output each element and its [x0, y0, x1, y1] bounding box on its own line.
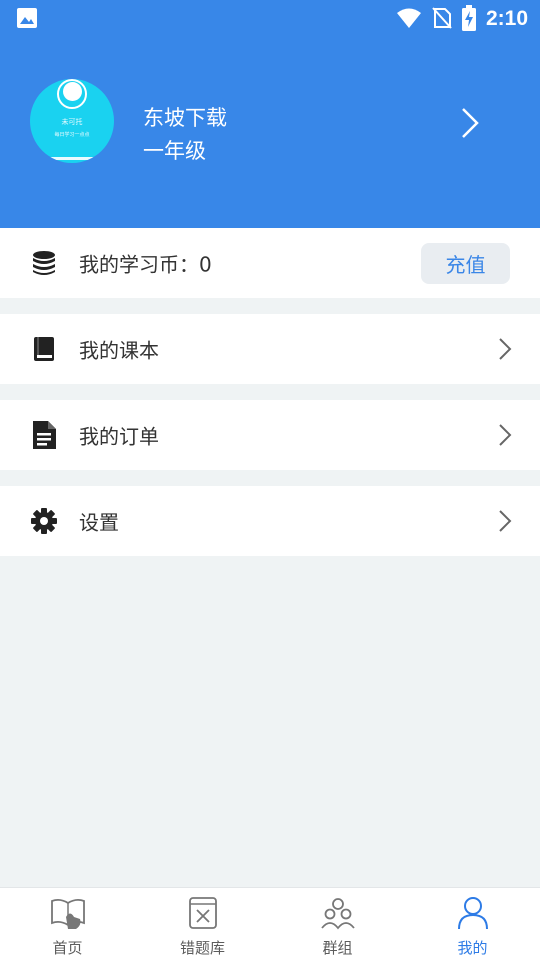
recharge-button[interactable]: 充值 — [421, 243, 510, 284]
status-time: 2:10 — [485, 6, 528, 30]
coins-icon — [30, 249, 58, 277]
user-grade: 一年级 — [143, 139, 206, 163]
tab-groups[interactable]: 群组 — [270, 888, 405, 961]
tab-home[interactable]: 首页 — [0, 888, 135, 961]
battery-charging-icon — [461, 5, 476, 31]
no-sim-icon — [432, 7, 452, 29]
menu-item-settings[interactable]: 设置 — [0, 486, 540, 556]
group-icon — [320, 898, 355, 930]
chevron-right-icon — [499, 338, 512, 360]
menu-item-label: 我的课本 — [79, 338, 159, 363]
avatar-text: 未可托 — [61, 118, 83, 126]
document-icon — [30, 421, 58, 449]
chevron-right-icon[interactable] — [458, 106, 482, 140]
tab-label: 首页 — [52, 939, 83, 957]
menu-item-label: 我的订单 — [79, 424, 159, 449]
coins-row: 我的学习币：0 充值 — [0, 228, 540, 298]
profile-header[interactable]: 未可托 每日学习一点点 东坡下载 一年级 — [0, 36, 540, 228]
tab-label: 我的 — [457, 939, 488, 957]
person-icon — [457, 897, 488, 930]
user-name: 东坡下载 — [143, 106, 227, 130]
tab-wrong-questions[interactable]: 错题库 — [135, 888, 270, 961]
tab-label: 错题库 — [179, 939, 225, 957]
wrong-questions-icon — [188, 897, 217, 929]
chevron-right-icon — [499, 424, 512, 446]
menu-item-label: 设置 — [79, 510, 119, 535]
status-bar: 2:10 — [0, 0, 540, 36]
book-icon — [30, 335, 58, 363]
avatar-subtext: 每日学习一点点 — [54, 132, 90, 138]
home-book-icon — [50, 898, 85, 929]
image-notification-icon — [17, 8, 37, 28]
tab-label: 群组 — [322, 939, 353, 957]
tab-mine[interactable]: 我的 — [405, 888, 540, 961]
chevron-right-icon — [499, 510, 512, 532]
bottom-tab-bar: 首页 错题库 群组 我的 — [0, 887, 540, 961]
avatar-logo — [57, 79, 87, 109]
menu-item-orders[interactable]: 我的订单 — [0, 400, 540, 470]
avatar-strip — [48, 157, 96, 160]
gear-icon — [30, 507, 58, 535]
coins-label: 我的学习币：0 — [79, 252, 212, 277]
wifi-icon — [396, 8, 421, 28]
menu-item-textbooks[interactable]: 我的课本 — [0, 314, 540, 384]
avatar[interactable]: 未可托 每日学习一点点 — [30, 79, 114, 163]
